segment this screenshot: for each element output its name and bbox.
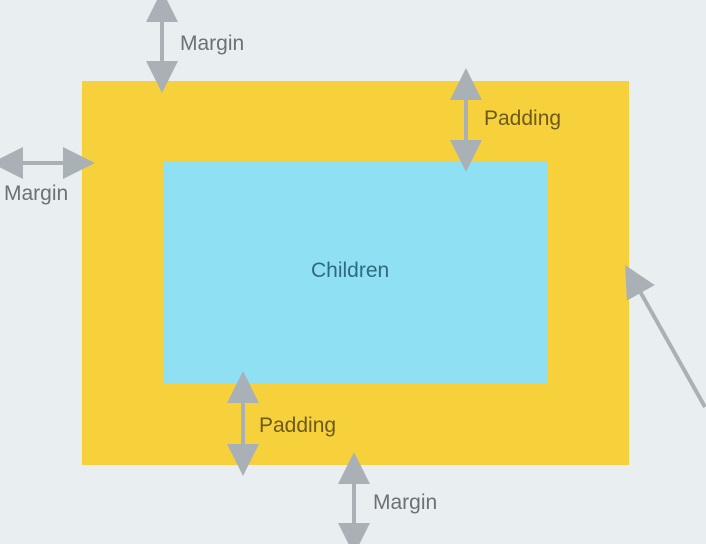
padding-top-label: Padding — [484, 107, 562, 130]
box-model-diagram: Margin Margin Padding Children Padding M… — [0, 0, 706, 544]
margin-bottom-label: Margin — [373, 491, 438, 514]
children-label: Children — [311, 259, 390, 282]
pointer-arrow-icon — [625, 265, 706, 408]
margin-left-label: Margin — [4, 182, 69, 205]
padding-bottom-label: Padding — [259, 414, 337, 437]
margin-top-label: Margin — [180, 32, 245, 55]
